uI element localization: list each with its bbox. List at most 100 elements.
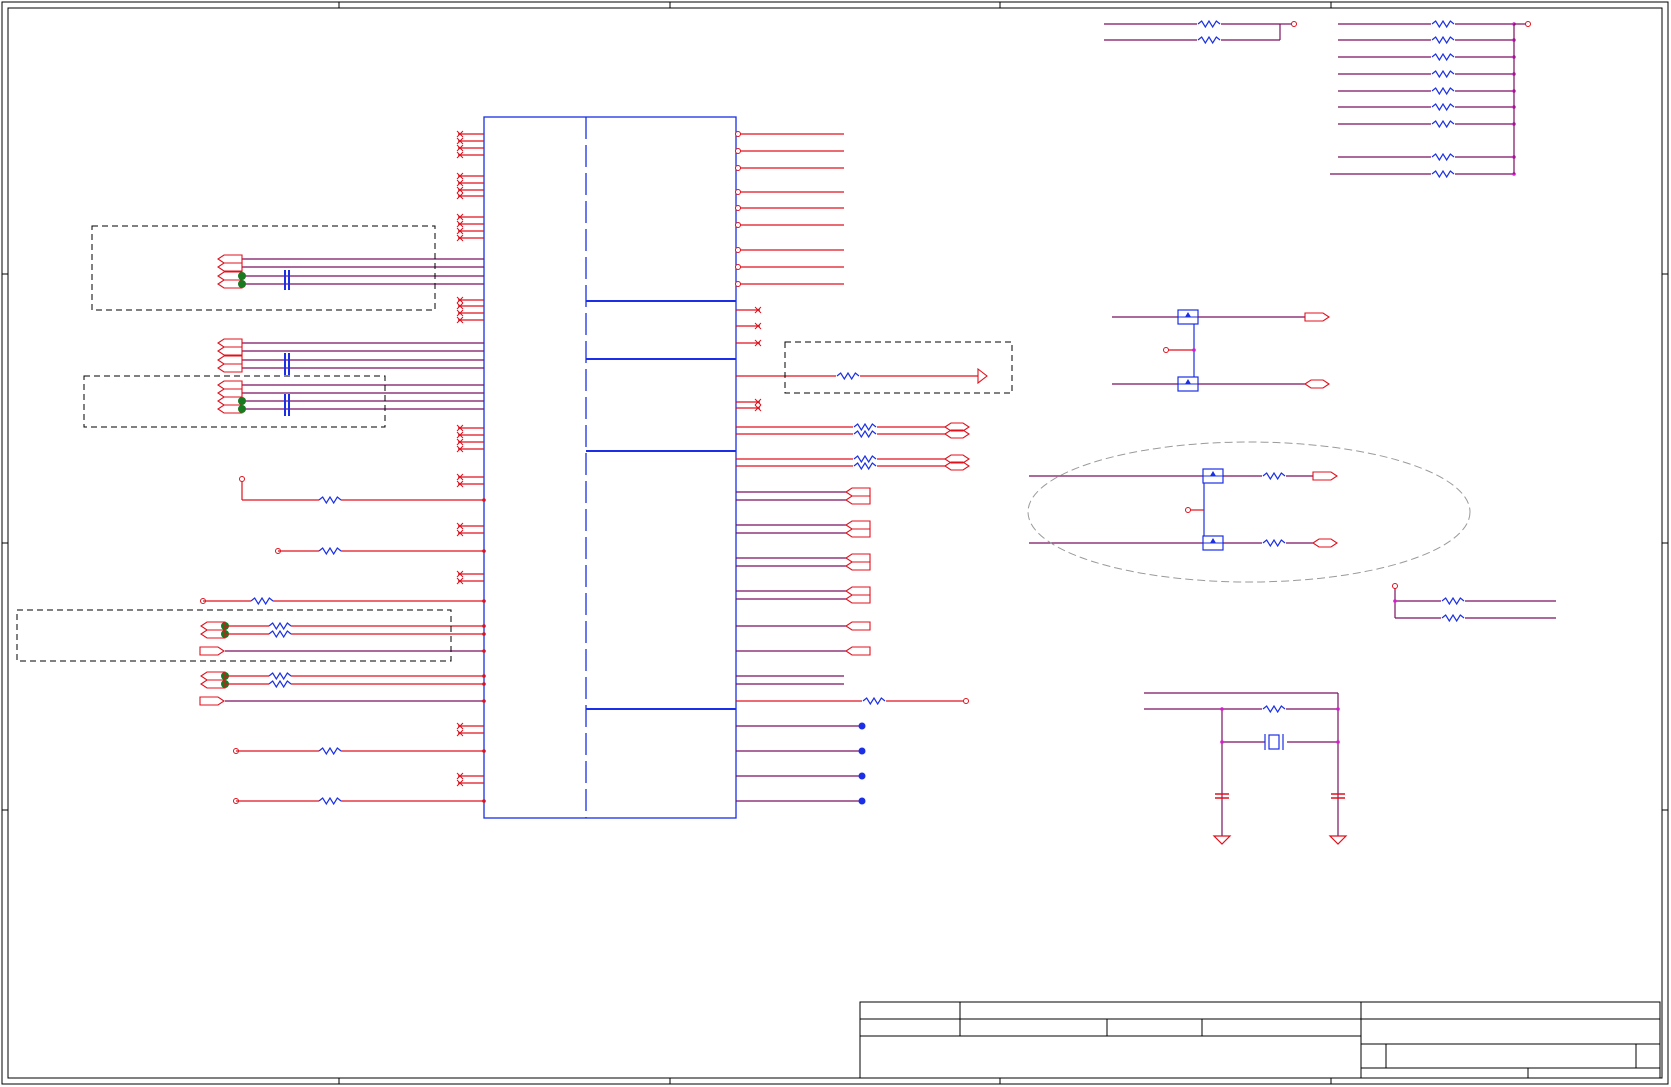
offpage-connector (217, 363, 243, 373)
offpage-connector (199, 696, 225, 706)
title-block (859, 1001, 1661, 1079)
connector-icon (977, 367, 988, 385)
pin-dot (482, 599, 486, 603)
test-point-icon (1185, 507, 1191, 513)
pin-dot (482, 649, 486, 653)
offpage-connector (217, 262, 243, 272)
connector-icon (845, 586, 871, 596)
connector-icon (845, 520, 871, 530)
connector-icon (845, 495, 871, 505)
dashed-regions (16, 225, 1013, 662)
offpage-connector (217, 380, 243, 390)
crystal-icon (1268, 734, 1280, 750)
right-pin-wires (735, 131, 988, 805)
connector-icon (845, 561, 871, 571)
mosfet-arrow (1185, 312, 1191, 317)
connector-icon (845, 621, 871, 631)
region-box-4 (784, 341, 1013, 394)
resistor-icon (1441, 596, 1465, 606)
junction-dot (238, 405, 246, 413)
resistor-icon (1431, 52, 1455, 62)
main-ic (483, 116, 737, 819)
mosfet-icon (1202, 468, 1224, 484)
offpage-connector (217, 346, 243, 356)
mosfet-arrow (1185, 379, 1191, 384)
resistor-icon (1197, 19, 1221, 29)
region-box-1 (91, 225, 436, 311)
resistor-icon (268, 671, 292, 681)
junction-dot (238, 397, 246, 405)
offpage-connector (217, 254, 243, 264)
resistor-icon (1431, 119, 1455, 129)
resistor-icon (318, 495, 342, 505)
pin-dot (735, 189, 741, 195)
pin-dot (735, 264, 741, 270)
resistor-icon (1431, 35, 1455, 45)
junction-dot (1220, 740, 1224, 744)
region-box-3 (16, 609, 452, 662)
resistor-icon (268, 629, 292, 639)
junction-dot (1393, 599, 1397, 603)
connector-icon (845, 553, 871, 563)
left-pin-wires (199, 130, 486, 806)
resistor-icon (1431, 102, 1455, 112)
pin-dot (735, 165, 741, 171)
resistor-icon (1431, 169, 1455, 179)
offpage-connector (217, 388, 243, 398)
test-point-icon (1525, 21, 1531, 27)
test-point-icon (1291, 21, 1297, 27)
pin-dot (735, 281, 741, 287)
ground-icon (1328, 835, 1348, 845)
pin-dot (735, 247, 741, 253)
connector-icon (1312, 471, 1338, 481)
ground-icon (1212, 835, 1232, 845)
connector-icon (1304, 379, 1330, 389)
mosfet-arrow (1210, 538, 1216, 543)
resistor-icon (268, 621, 292, 631)
mosfet-arrow (1210, 471, 1216, 476)
components (1029, 19, 1556, 845)
pin-dot (482, 549, 486, 553)
pin-dot (735, 148, 741, 154)
pin-dot (735, 131, 741, 137)
mosfet-icon (1177, 309, 1199, 325)
junction-dot (1336, 707, 1340, 711)
offpage-connector (217, 355, 243, 365)
test-point-icon (858, 722, 866, 730)
resistor-icon (318, 796, 342, 806)
resistor-icon (318, 746, 342, 756)
pin-dot (482, 674, 486, 678)
resistor-icon (1262, 704, 1286, 714)
test-point-icon (858, 772, 866, 780)
pin-dot (735, 222, 741, 228)
test-point-icon (239, 476, 245, 482)
resistor-icon (1431, 86, 1455, 96)
resistor-icon (1197, 35, 1221, 45)
resistor-icon (318, 546, 342, 556)
resistor-icon (268, 679, 292, 689)
schematic-canvas (0, 0, 1671, 1087)
pin-dot (482, 699, 486, 703)
connector-icon (845, 528, 871, 538)
connector-icon (845, 487, 871, 497)
connector-icon (1312, 538, 1338, 548)
resistor-icon (836, 371, 860, 381)
resistor-icon (1262, 538, 1286, 548)
pin-dot (482, 682, 486, 686)
test-point-icon (858, 797, 866, 805)
resistor-icon (853, 429, 877, 439)
pin-dot (482, 498, 486, 502)
resistor-icon (1441, 613, 1465, 623)
pin-dot (482, 624, 486, 628)
pin-dot (482, 799, 486, 803)
resistor-icon (862, 696, 886, 706)
schematic-sheet (1, 1, 1669, 1085)
sheet-frame (1, 1, 1669, 1085)
resistor-icon (1262, 471, 1286, 481)
offpage-connector (217, 338, 243, 348)
junction-dot (1220, 707, 1224, 711)
resistor-icon (853, 454, 877, 464)
test-point-icon (1392, 583, 1398, 589)
connector-icon (1304, 312, 1330, 322)
test-point-icon (963, 698, 969, 704)
